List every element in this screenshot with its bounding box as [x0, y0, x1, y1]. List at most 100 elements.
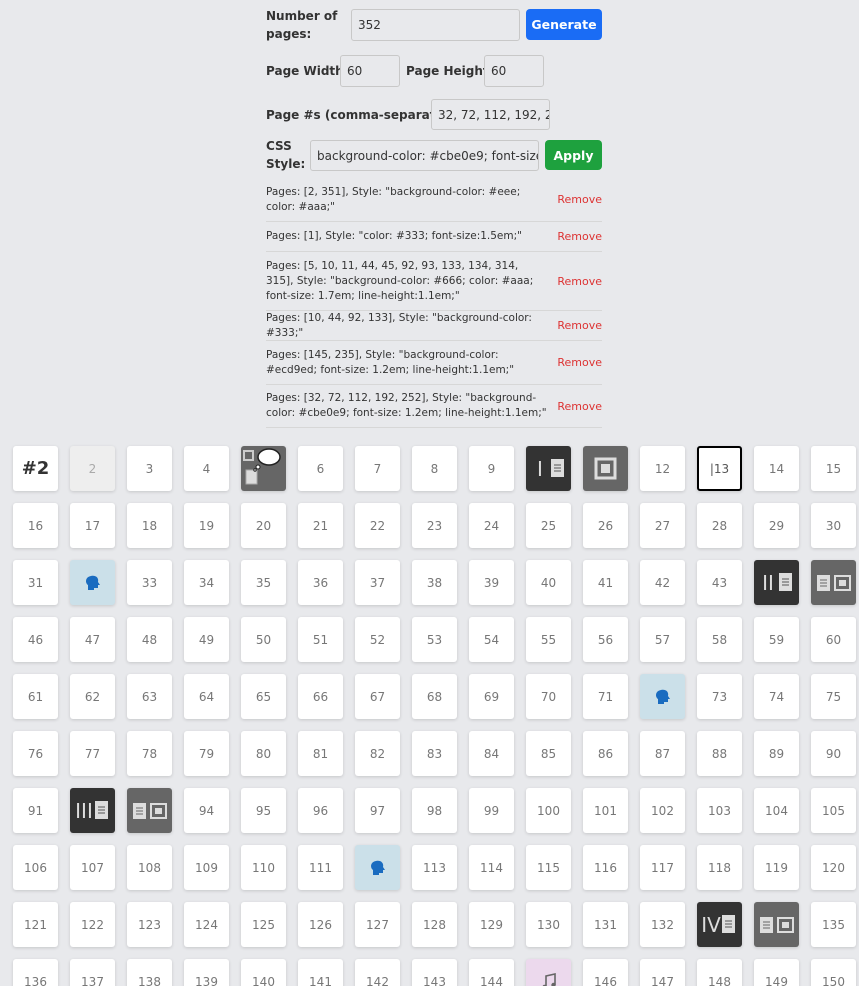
page-tile[interactable]: 59 — [754, 617, 799, 662]
page-tile[interactable]: 33 — [127, 560, 172, 605]
page-tile[interactable]: 148 — [697, 959, 742, 986]
page-tile[interactable]: 36 — [298, 560, 343, 605]
page-tile[interactable]: 55 — [526, 617, 571, 662]
page-tile[interactable]: 51 — [298, 617, 343, 662]
remove-rule-button[interactable]: Remove — [557, 229, 602, 244]
page-tile[interactable] — [241, 446, 286, 491]
page-tile[interactable]: 67 — [355, 674, 400, 719]
page-tile[interactable]: 60 — [811, 617, 856, 662]
page-tile[interactable]: 90 — [811, 731, 856, 776]
page-tile[interactable]: IV — [697, 902, 742, 947]
page-tile[interactable]: 42 — [640, 560, 685, 605]
page-tile[interactable]: 97 — [355, 788, 400, 833]
page-tile[interactable] — [70, 560, 115, 605]
page-tile[interactable]: 110 — [241, 845, 286, 890]
page-tile[interactable]: 71 — [583, 674, 628, 719]
page-tile[interactable]: 86 — [583, 731, 628, 776]
page-tile[interactable]: 129 — [469, 902, 514, 947]
page-tile[interactable]: 142 — [355, 959, 400, 986]
page-tile[interactable]: 79 — [184, 731, 229, 776]
page-tile[interactable]: 123 — [127, 902, 172, 947]
page-tile[interactable]: 75 — [811, 674, 856, 719]
page-tile[interactable]: 132 — [640, 902, 685, 947]
page-tile[interactable]: 54 — [469, 617, 514, 662]
page-tile[interactable]: 117 — [640, 845, 685, 890]
page-tile[interactable]: 127 — [355, 902, 400, 947]
page-tile[interactable]: 34 — [184, 560, 229, 605]
page-tile[interactable]: III — [70, 788, 115, 833]
page-tile[interactable]: 22 — [355, 503, 400, 548]
page-tile[interactable]: 63 — [127, 674, 172, 719]
page-tile[interactable]: 116 — [583, 845, 628, 890]
page-tile[interactable]: 26 — [583, 503, 628, 548]
page-tile[interactable]: 77 — [70, 731, 115, 776]
page-width-input[interactable]: 60 — [340, 55, 400, 87]
page-tile[interactable]: 104 — [754, 788, 799, 833]
page-tile[interactable]: 50 — [241, 617, 286, 662]
page-tile[interactable]: 89 — [754, 731, 799, 776]
page-tile[interactable]: 103 — [697, 788, 742, 833]
page-tile[interactable]: 84 — [469, 731, 514, 776]
page-tile[interactable]: 81 — [298, 731, 343, 776]
page-tile[interactable]: 46 — [13, 617, 58, 662]
page-tile[interactable]: 49 — [184, 617, 229, 662]
page-tile[interactable]: 17 — [70, 503, 115, 548]
page-tile[interactable]: 29 — [754, 503, 799, 548]
page-tile[interactable]: 74 — [754, 674, 799, 719]
remove-rule-button[interactable]: Remove — [557, 355, 602, 370]
page-tile[interactable]: 57 — [640, 617, 685, 662]
page-tile[interactable]: 138 — [127, 959, 172, 986]
css-style-input[interactable]: background-color: #cbe0e9; font-size: 1. — [310, 140, 539, 171]
page-tile[interactable]: 53 — [412, 617, 457, 662]
page-tile[interactable]: 64 — [184, 674, 229, 719]
page-tile[interactable]: 128 — [412, 902, 457, 947]
page-tile[interactable]: 91 — [13, 788, 58, 833]
page-tile[interactable]: 122 — [70, 902, 115, 947]
page-tile[interactable]: 101 — [583, 788, 628, 833]
page-tile[interactable]: #2 — [13, 446, 58, 491]
page-height-input[interactable]: 60 — [484, 55, 544, 87]
page-tile[interactable]: 111 — [298, 845, 343, 890]
page-tile[interactable] — [754, 902, 799, 947]
page-tile[interactable]: 105 — [811, 788, 856, 833]
page-tile[interactable]: 30 — [811, 503, 856, 548]
page-tile[interactable]: 73 — [697, 674, 742, 719]
page-tile[interactable]: 39 — [469, 560, 514, 605]
page-tile[interactable]: 80 — [241, 731, 286, 776]
page-tile[interactable]: 15 — [811, 446, 856, 491]
page-tile[interactable]: 144 — [469, 959, 514, 986]
page-tile[interactable]: 37 — [355, 560, 400, 605]
page-tile[interactable]: 24 — [469, 503, 514, 548]
page-tile[interactable] — [355, 845, 400, 890]
page-tile[interactable]: 99 — [469, 788, 514, 833]
page-tile[interactable]: 68 — [412, 674, 457, 719]
page-tile[interactable]: 102 — [640, 788, 685, 833]
page-tile[interactable]: 76 — [13, 731, 58, 776]
page-tile[interactable]: 130 — [526, 902, 571, 947]
page-tile[interactable]: 150 — [811, 959, 856, 986]
page-tile[interactable]: 56 — [583, 617, 628, 662]
page-tile[interactable]: 58 — [697, 617, 742, 662]
page-tile[interactable]: 125 — [241, 902, 286, 947]
page-tile[interactable]: 119 — [754, 845, 799, 890]
page-tile[interactable]: 147 — [640, 959, 685, 986]
page-tile[interactable]: 95 — [241, 788, 286, 833]
page-tile[interactable]: 82 — [355, 731, 400, 776]
page-tile[interactable]: 6 — [298, 446, 343, 491]
page-tile[interactable]: 124 — [184, 902, 229, 947]
page-tile[interactable]: 4 — [184, 446, 229, 491]
page-tile[interactable]: 88 — [697, 731, 742, 776]
page-tile[interactable]: 12 — [640, 446, 685, 491]
generate-button[interactable]: Generate — [526, 9, 602, 40]
page-tile[interactable]: 18 — [127, 503, 172, 548]
page-tile[interactable]: 3 — [127, 446, 172, 491]
page-tile[interactable]: 9 — [469, 446, 514, 491]
page-tile[interactable]: 83 — [412, 731, 457, 776]
page-tile[interactable]: 136 — [13, 959, 58, 986]
page-tile[interactable]: 85 — [526, 731, 571, 776]
page-tile[interactable]: 41 — [583, 560, 628, 605]
page-tile[interactable]: 7 — [355, 446, 400, 491]
page-tile[interactable]: 20 — [241, 503, 286, 548]
page-tile[interactable]: 96 — [298, 788, 343, 833]
page-tile[interactable]: 113 — [412, 845, 457, 890]
